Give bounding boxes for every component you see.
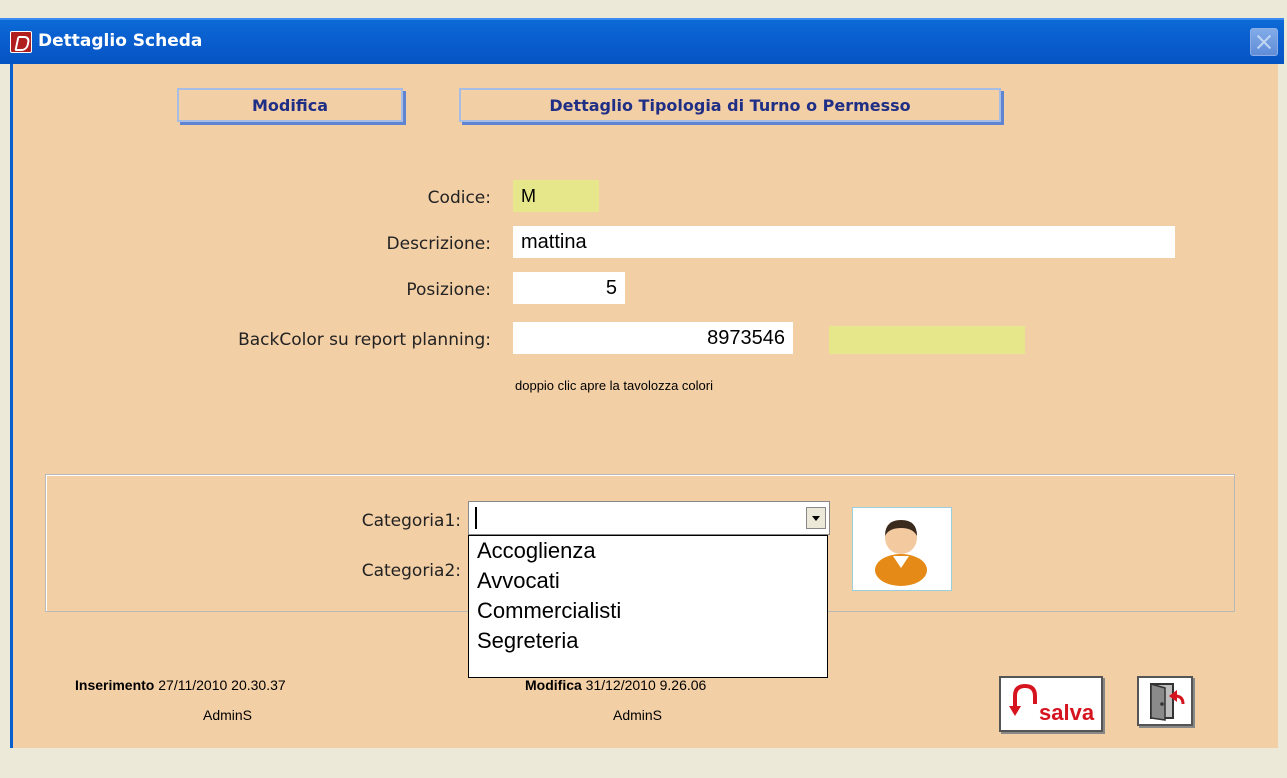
mode-label: Modifica (177, 88, 403, 122)
backcolor-field[interactable]: 8973546 (513, 322, 793, 354)
inserimento-label: Inserimento (75, 677, 155, 693)
posizione-label: Posizione: (406, 280, 491, 300)
categoria1-combo[interactable] (468, 501, 830, 535)
list-item[interactable]: Avvocati (469, 566, 827, 596)
codice-field[interactable]: M (513, 180, 599, 212)
list-item[interactable]: Accoglienza (469, 536, 827, 566)
posizione-field[interactable]: 5 (513, 272, 625, 304)
modifica-date: 31/12/2010 9.26.06 (585, 677, 707, 693)
inserimento-info: Inserimento 27/11/2010 20.30.37 (75, 677, 286, 693)
modifica-label: Modifica (525, 677, 582, 693)
save-button[interactable]: salva (999, 676, 1103, 732)
categoria1-dropdown-list[interactable]: Accoglienza Avvocati Commercialisti Segr… (468, 535, 828, 678)
application-window: Dettaglio Scheda Modifica Dettaglio Tipo… (0, 0, 1287, 778)
backcolor-hint: doppio clic apre la tavolozza colori (515, 378, 713, 393)
list-item[interactable]: Segreteria (469, 626, 827, 656)
categoria2-label: Categoria2: (361, 561, 461, 581)
codice-label: Codice: (427, 188, 491, 208)
modifica-user: AdminS (613, 707, 663, 723)
backcolor-swatch[interactable] (829, 326, 1025, 354)
window-title: Dettaglio Scheda (38, 31, 203, 51)
section-title: Dettaglio Tipologia di Turno o Permesso (459, 88, 1001, 122)
descrizione-label: Descrizione: (386, 234, 491, 254)
modifica-info: Modifica 31/12/2010 9.26.06 (525, 677, 706, 693)
close-button[interactable] (1250, 28, 1278, 56)
list-item[interactable]: Commercialisti (469, 596, 827, 626)
person-icon (875, 520, 927, 586)
backcolor-label: BackColor su report planning: (238, 330, 491, 350)
access-app-icon (10, 31, 32, 53)
categoria1-label: Categoria1: (361, 511, 461, 531)
category-person-button[interactable] (852, 507, 952, 591)
descrizione-field[interactable]: mattina (513, 226, 1175, 258)
title-bar[interactable]: Dettaglio Scheda (0, 18, 1284, 64)
inserimento-date: 27/11/2010 20.30.37 (158, 677, 286, 693)
text-cursor (475, 507, 477, 529)
exit-door-icon (1150, 683, 1185, 721)
exit-button[interactable] (1137, 676, 1193, 726)
save-label: salva (1039, 700, 1095, 725)
dropdown-arrow-button[interactable] (806, 507, 826, 529)
inserimento-user: AdminS (203, 707, 253, 723)
